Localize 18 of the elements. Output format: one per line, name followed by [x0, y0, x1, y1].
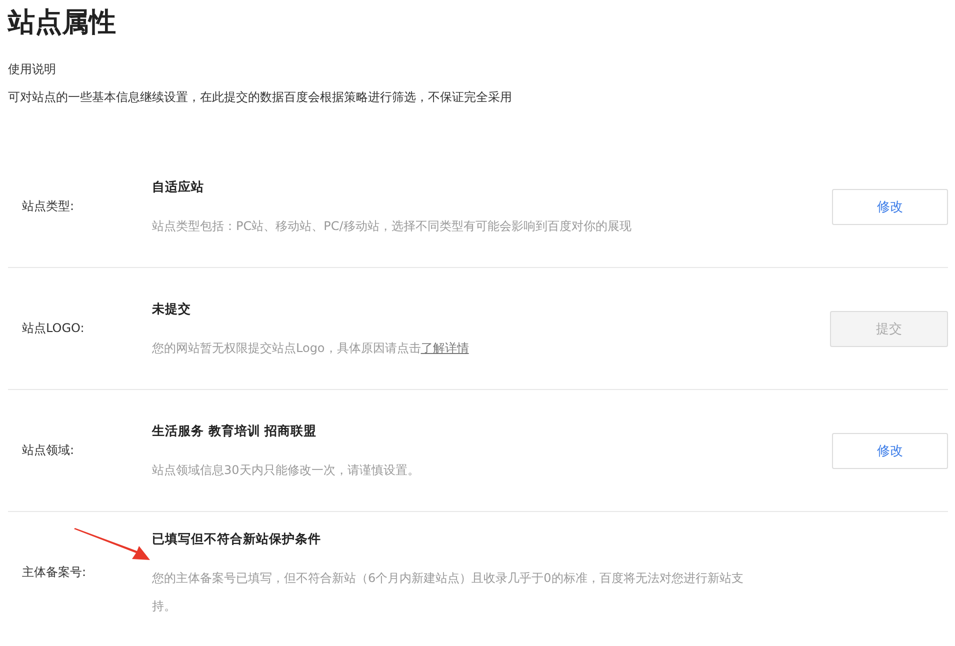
field-description: 站点领域信息30天内只能修改一次，请谨慎设置。: [152, 462, 420, 479]
field-value: 已填写但不符合新站保护条件: [152, 531, 322, 548]
field-description: 您的主体备案号已填写，但不符合新站（6个月内新建站点）且收录几乎于0的标准，百度将无法对您进行新站支持。: [152, 570, 744, 615]
field-description: 您的网站暂无权限提交站点Logo，具体原因请点击了解详情: [152, 340, 470, 357]
usage-heading: 使用说明: [8, 61, 57, 77]
field-value: 生活服务 教育培训 招商联盟: [152, 423, 318, 440]
edit-button[interactable]: 修改: [832, 188, 948, 224]
field-label: 站点类型:: [21, 198, 76, 215]
field-label: 站点LOGO:: [21, 320, 86, 337]
field-label: 主体备案号:: [21, 564, 88, 581]
details-link[interactable]: 了解详情: [420, 341, 469, 355]
page-title: 站点属性: [8, 6, 117, 40]
edit-button[interactable]: 修改: [832, 432, 948, 468]
intro-text: 可对站点的一些基本信息继续设置，在此提交的数据百度会根据策略进行筛选，不保证完全采用: [8, 89, 513, 105]
field-value: 自适应站: [152, 179, 205, 196]
field-value: 未提交: [152, 301, 192, 318]
field-label: 站点领域:: [21, 442, 76, 459]
field-description: 站点类型包括：PC站、移动站、PC/移动站，选择不同类型有可能会影响到百度对你的展现: [152, 218, 632, 235]
